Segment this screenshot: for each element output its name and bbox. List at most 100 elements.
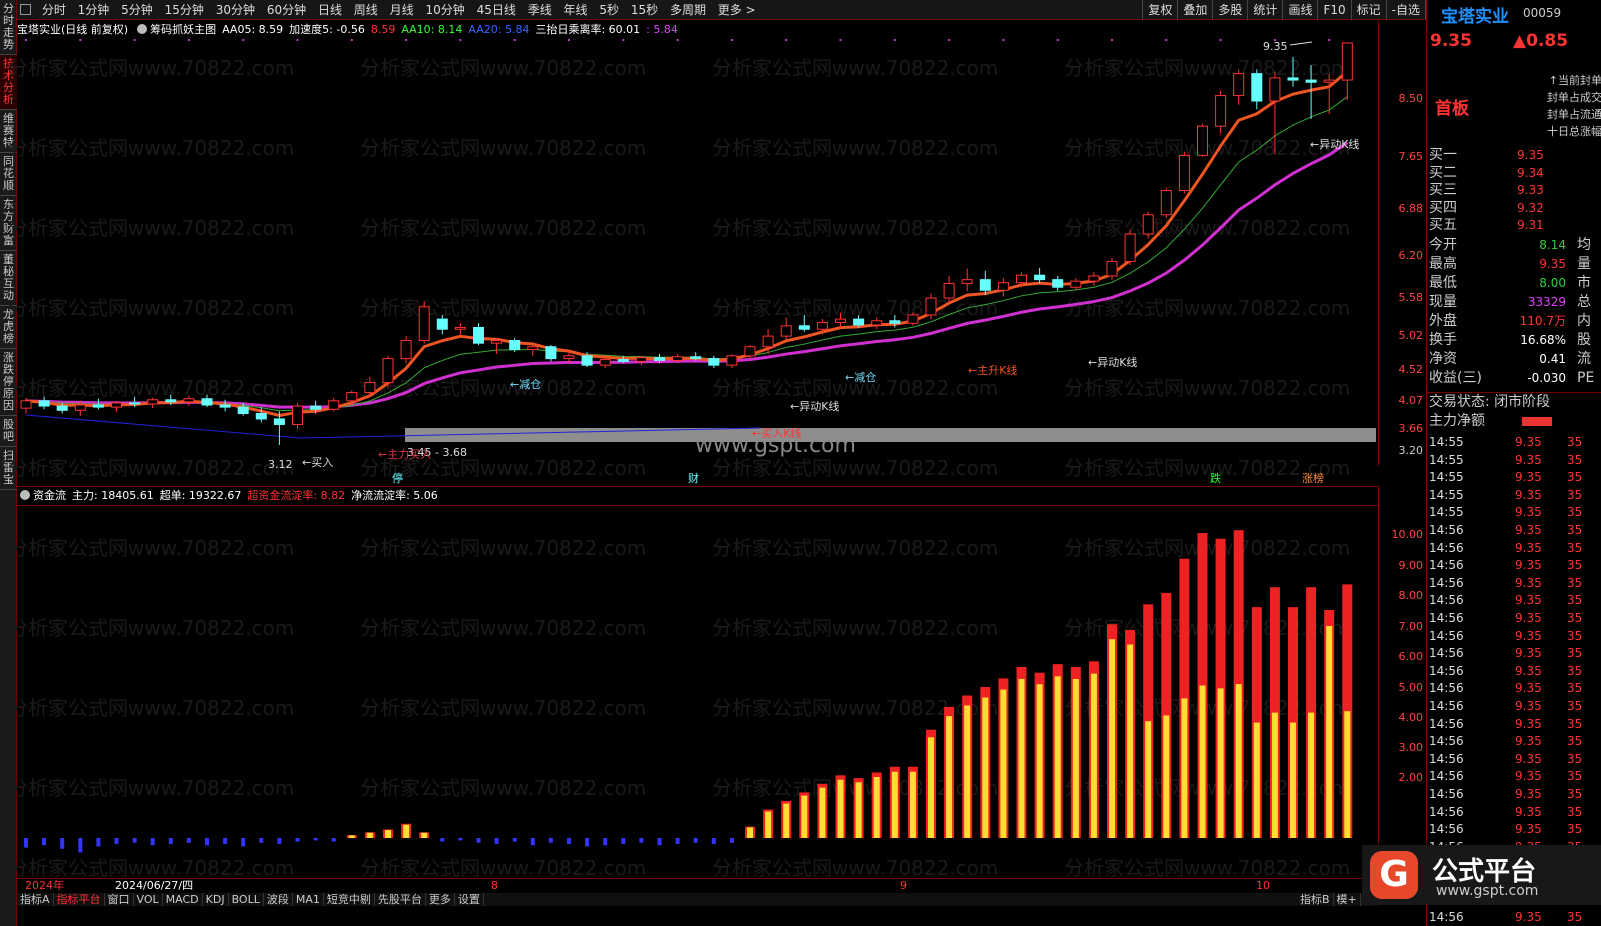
tick-price: 9.35 xyxy=(1515,487,1542,502)
indicator-tab[interactable]: 更多 xyxy=(426,893,455,906)
bid-price: 9.34 xyxy=(1517,165,1544,180)
candle-body xyxy=(1197,125,1208,156)
seal-order-field: ↑当前封单 xyxy=(1548,74,1601,87)
chart-canvas[interactable]: 分析家公式网www.70822.com 分析家公式网www.70822.com 分析… xyxy=(0,0,1601,926)
high-price-label: 9.35 xyxy=(1263,40,1288,53)
stat-row: 外盘 110.7万内 xyxy=(1427,312,1601,331)
stat-extra: 均 xyxy=(1577,237,1591,253)
tick-volume: 35 xyxy=(1567,804,1583,819)
candle-body xyxy=(165,399,177,403)
tick-row: 14:56 9.35 35 xyxy=(1427,804,1601,822)
tick-time: 14:56 xyxy=(1429,804,1464,819)
outflow-bar xyxy=(42,838,47,846)
indicator-tab[interactable]: MA1 xyxy=(293,893,324,906)
stat-label: 净资 xyxy=(1429,351,1457,367)
candle-body xyxy=(473,327,484,344)
candle-body xyxy=(853,318,865,326)
candle-body xyxy=(219,404,231,408)
tick-price: 9.35 xyxy=(1515,646,1542,661)
candle-body xyxy=(509,340,521,350)
bid-label: 买二 xyxy=(1429,164,1457,181)
indicator-tab[interactable]: BOLL xyxy=(229,893,264,906)
order-book-row: 买一 9.35 xyxy=(1427,146,1601,164)
tick-time: 14:56 xyxy=(1429,646,1464,661)
tick-time: 14:56 xyxy=(1429,822,1464,837)
fund-bar-inner xyxy=(964,705,971,838)
tick-price: 9.35 xyxy=(1515,751,1542,766)
tick-row: 14:56 9.35 35 xyxy=(1427,751,1601,769)
indicator-tab[interactable]: VOL xyxy=(134,893,163,906)
candle-body xyxy=(454,327,466,330)
fund-bar-inner xyxy=(1308,712,1315,838)
fund-bar-inner xyxy=(1235,684,1242,838)
stat-extra: PE xyxy=(1577,370,1595,386)
indicator-tab[interactable]: 指标平台 xyxy=(54,893,105,906)
fund-bar-inner xyxy=(1054,676,1061,838)
flow-tick: 5.00 xyxy=(1398,681,1424,694)
signal-dot xyxy=(1328,39,1331,41)
tick-price: 9.35 xyxy=(1515,435,1542,449)
tick-price: 9.35 xyxy=(1515,558,1542,573)
price-tick: 3.20 xyxy=(1398,444,1424,457)
brand-logo-icon: G xyxy=(1370,851,1418,899)
indicator-tab[interactable]: 指标B xyxy=(1297,893,1334,906)
tick-volume: 35 xyxy=(1567,558,1583,573)
indicator-tab[interactable]: KDJ xyxy=(203,893,229,906)
fund-bar-inner xyxy=(873,777,880,838)
tick-volume: 35 xyxy=(1567,523,1583,537)
tick-volume: 35 xyxy=(1567,751,1583,766)
buy-signal-label: ←买入 xyxy=(302,456,333,469)
tick-volume: 35 xyxy=(1567,593,1583,608)
net-amount-label: 主力净额 xyxy=(1429,413,1485,429)
tick-price: 9.35 xyxy=(1515,681,1542,696)
candle-body xyxy=(237,406,249,415)
candle-body xyxy=(20,400,32,409)
tick-price: 9.35 xyxy=(1515,470,1542,485)
site-watermark: www.gspt.com xyxy=(695,433,856,458)
candle-body xyxy=(111,402,122,408)
tick-time: 14:56 xyxy=(1429,734,1464,749)
watermark-text: 分析家公式网www.70822.com xyxy=(8,136,294,160)
indicator-tab[interactable]: 先股平台 xyxy=(375,893,426,906)
candle-body xyxy=(1124,233,1136,262)
tick-time: 14:55 xyxy=(1429,505,1464,520)
candle-body xyxy=(364,382,376,394)
tick-price: 9.35 xyxy=(1515,787,1542,801)
stock-name[interactable]: 宝塔实业 xyxy=(1441,2,1509,27)
outflow-bar xyxy=(458,838,463,841)
indicator-tab[interactable]: 模+ xyxy=(1334,893,1361,906)
watermark-text: 分析家公式网www.70822.com xyxy=(1064,856,1350,880)
stat-label: 最低 xyxy=(1429,275,1457,291)
trade-state-row: 交易状态: 闭市阶段 xyxy=(1427,392,1601,411)
tick-time: 14:56 xyxy=(1429,558,1464,573)
indicator-tab[interactable]: 波段 xyxy=(264,893,293,906)
indicator-tab[interactable]: MACD xyxy=(163,893,203,906)
indicator-tab[interactable]: 窗口 xyxy=(105,893,134,906)
candle-body xyxy=(1269,77,1281,102)
outflow-bar xyxy=(186,838,191,843)
month-label: 10 xyxy=(1256,879,1270,892)
outflow-bar xyxy=(494,838,499,844)
candle-body xyxy=(690,356,702,360)
indicator-tab[interactable]: 设置 xyxy=(455,893,484,906)
signal-dot xyxy=(1165,39,1168,41)
outflow-bar xyxy=(711,838,716,844)
signal-dot xyxy=(1111,39,1113,41)
signal-dot xyxy=(133,39,136,41)
watermark-text: 分析家公式网www.70822.com xyxy=(712,456,998,480)
tick-row: 14:56 9.35 35 xyxy=(1427,733,1601,751)
month-label: 9 xyxy=(900,879,907,892)
tick-volume: 35 xyxy=(1567,734,1583,749)
tick-row: 14:55 9.35 35 xyxy=(1427,452,1601,470)
price-tick: 6.88 xyxy=(1398,202,1424,215)
watermark-text: 分析家公式网www.70822.com xyxy=(8,296,294,320)
indicator-tab[interactable]: 指标A xyxy=(17,893,54,906)
tick-volume: 35 xyxy=(1567,452,1583,467)
stat-value: 8.14 xyxy=(1539,238,1566,252)
month-label: 8 xyxy=(491,879,498,892)
signal-dot xyxy=(405,39,408,41)
indicator-tab-bar: 指标A 指标平台 窗口 VOL MACD KDJ BOLL 波段 MA1 短竞中剔 先股平台 更多 设置… xyxy=(17,893,1378,906)
signal-dot xyxy=(1219,39,1222,41)
indicator-tab[interactable]: 短竞中剔 xyxy=(324,893,375,906)
tick-price: 9.35 xyxy=(1515,716,1542,731)
